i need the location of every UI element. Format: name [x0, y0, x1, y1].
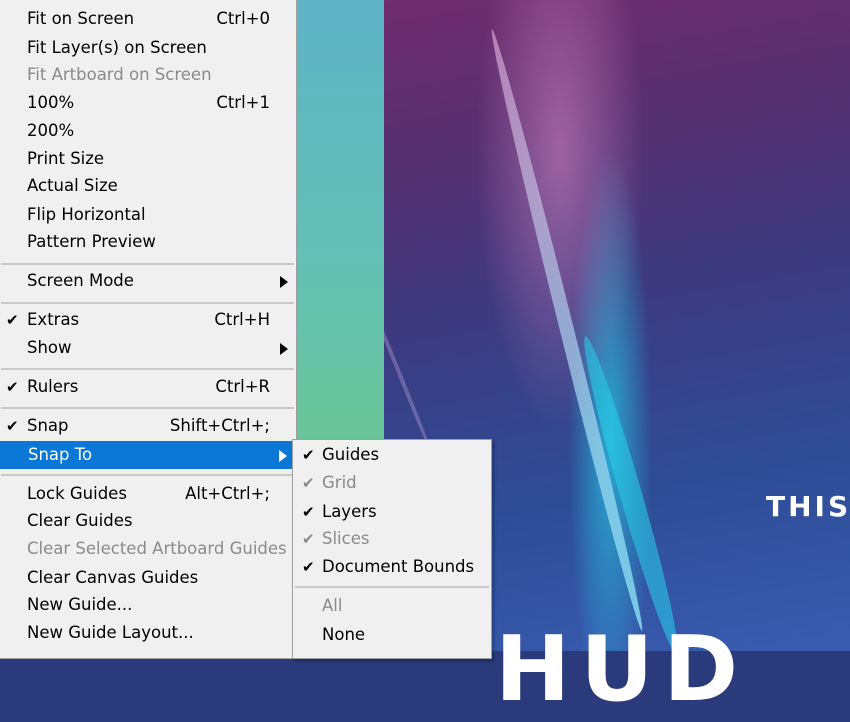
poster-headline: THIS [766, 490, 850, 523]
menu-item-shortcut: Shift+Ctrl+; [169, 416, 270, 435]
submenu-item-all: All [293, 592, 491, 620]
menu-item-label: Guides [322, 445, 380, 464]
checkmark-icon: ✔ [6, 378, 19, 396]
menu-item-label: All [322, 596, 343, 615]
menu-item-clear-selected-artboard-guides: Clear Selected Artboard Guides [0, 535, 296, 563]
menu-item-label: Layers [322, 502, 377, 521]
menu-separator [1, 407, 294, 409]
menu-item-label: None [322, 625, 366, 644]
checkmark-icon: ✔ [302, 558, 315, 576]
menu-item-label: Screen Mode [27, 271, 134, 290]
menu-item-pattern-preview[interactable]: Pattern Preview [0, 228, 296, 256]
menu-item-fit-layers-on-screen[interactable]: Fit Layer(s) on Screen [0, 34, 296, 62]
menu-item-label: 100% [27, 93, 75, 112]
menu-item-100-percent[interactable]: 100% Ctrl+1 [0, 89, 296, 117]
checkmark-icon: ✔ [302, 474, 315, 492]
menu-item-label: Rulers [27, 377, 79, 396]
menu-item-snap[interactable]: ✔ Snap Shift+Ctrl+; [0, 412, 296, 440]
submenu-arrow-icon [280, 343, 288, 355]
menu-item-label: 200% [27, 121, 75, 140]
menu-item-200-percent[interactable]: 200% [0, 117, 296, 145]
menu-item-clear-guides[interactable]: Clear Guides [0, 507, 296, 535]
checkmark-icon: ✔ [6, 417, 19, 435]
menu-item-label: Document Bounds [322, 557, 475, 576]
menu-item-lock-guides[interactable]: Lock Guides Alt+Ctrl+; [0, 480, 296, 508]
menu-item-label: Clear Guides [27, 511, 133, 530]
menu-item-label: Lock Guides [27, 484, 127, 503]
menu-item-label: Print Size [27, 149, 105, 168]
submenu-arrow-icon [279, 450, 287, 462]
menu-separator [295, 586, 489, 588]
submenu-item-guides[interactable]: ✔ Guides [293, 441, 491, 469]
menu-item-label: Flip Horizontal [27, 205, 146, 224]
submenu-arrow-icon [280, 276, 288, 288]
menu-item-label: New Guide... [27, 595, 133, 614]
menu-item-extras[interactable]: ✔ Extras Ctrl+H [0, 306, 296, 334]
menu-item-label: Extras [27, 310, 80, 329]
menu-separator [1, 368, 294, 370]
checkmark-icon: ✔ [6, 311, 19, 329]
menu-item-fit-on-screen[interactable]: Fit on Screen Ctrl+0 [0, 5, 296, 33]
menu-item-rulers[interactable]: ✔ Rulers Ctrl+R [0, 373, 296, 401]
menu-item-snap-to[interactable]: Snap To [0, 441, 295, 469]
submenu-item-slices: ✔ Slices [293, 525, 491, 553]
menu-item-label: Snap [27, 416, 69, 435]
menu-item-print-size[interactable]: Print Size [0, 145, 296, 173]
menu-item-shortcut: Ctrl+H [214, 310, 270, 329]
menu-separator [1, 474, 294, 476]
menu-item-actual-size[interactable]: Actual Size [0, 172, 296, 200]
menu-item-shortcut: Ctrl+1 [216, 93, 270, 112]
submenu-item-document-bounds[interactable]: ✔ Document Bounds [293, 553, 491, 581]
menu-separator [1, 263, 294, 265]
view-menu: Fit on Screen Ctrl+0 Fit Layer(s) on Scr… [0, 0, 297, 659]
menu-item-screen-mode[interactable]: Screen Mode [0, 267, 296, 295]
checkmark-icon: ✔ [302, 530, 315, 548]
menu-item-label: Clear Canvas Guides [27, 568, 199, 587]
menu-item-label: Fit on Screen [27, 9, 135, 28]
menu-item-shortcut: Ctrl+R [215, 377, 270, 396]
menu-item-shortcut: Ctrl+0 [216, 9, 270, 28]
submenu-item-layers[interactable]: ✔ Layers [293, 498, 491, 526]
menu-item-label: Clear Selected Artboard Guides [27, 539, 287, 558]
submenu-item-none[interactable]: None [293, 621, 491, 649]
menu-item-label: Snap To [28, 445, 93, 464]
menu-item-shortcut: Alt+Ctrl+; [185, 484, 270, 503]
menu-item-label: Fit Layer(s) on Screen [27, 38, 207, 57]
menu-item-label: New Guide Layout... [27, 623, 194, 642]
menu-item-label: Fit Artboard on Screen [27, 65, 212, 84]
snap-to-submenu: ✔ Guides ✔ Grid ✔ Layers ✔ Slices ✔ Docu… [292, 439, 492, 659]
menu-item-flip-horizontal[interactable]: Flip Horizontal [0, 201, 296, 229]
menu-item-label: Slices [322, 529, 370, 548]
menu-item-clear-canvas-guides[interactable]: Clear Canvas Guides [0, 564, 296, 592]
menu-separator [1, 302, 294, 304]
menu-item-fit-artboard-on-screen: Fit Artboard on Screen [0, 61, 296, 89]
checkmark-icon: ✔ [302, 503, 315, 521]
menu-item-label: Pattern Preview [27, 232, 156, 251]
submenu-item-grid: ✔ Grid [293, 469, 491, 497]
poster-big-text: HUD [495, 617, 749, 722]
menu-item-show[interactable]: Show [0, 334, 296, 362]
menu-item-new-guide-layout[interactable]: New Guide Layout... [0, 619, 296, 647]
checkmark-icon: ✔ [302, 446, 315, 464]
menu-item-label: Show [27, 338, 72, 357]
menu-item-new-guide[interactable]: New Guide... [0, 591, 296, 619]
menu-item-label: Grid [322, 473, 357, 492]
menu-item-label: Actual Size [27, 176, 118, 195]
